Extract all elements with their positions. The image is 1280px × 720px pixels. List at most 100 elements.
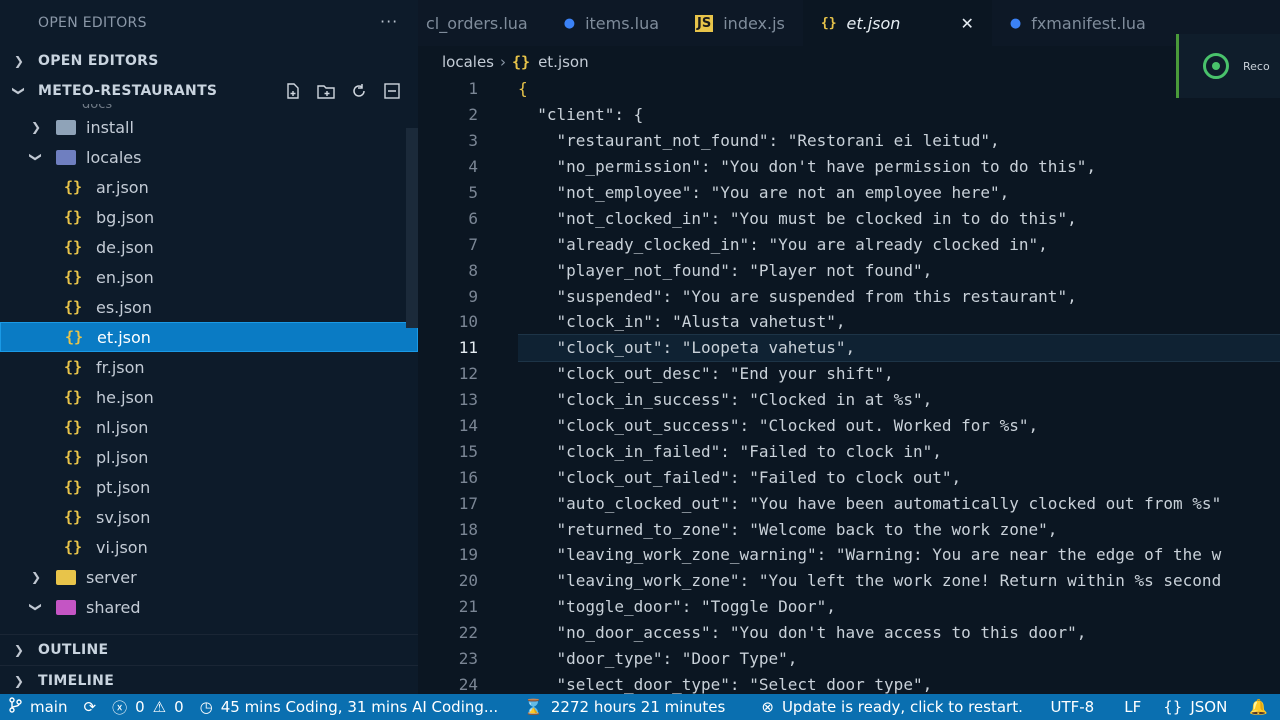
outline-label: OUTLINE <box>38 642 109 658</box>
tree-folder[interactable]: ❯ server <box>0 562 418 592</box>
language-item[interactable]: {} JSON <box>1155 698 1241 716</box>
tree-file[interactable]: {} bg.json <box>0 202 418 232</box>
sidebar-scrollbar[interactable] <box>406 128 418 328</box>
code-line[interactable]: 14 "clock_out_success": "Clocked out. Wo… <box>418 413 1280 439</box>
editor-tab[interactable]: ● fxmanifest.lua <box>992 0 1164 46</box>
code-line[interactable]: 7 "already_clocked_in": "You are already… <box>418 231 1280 257</box>
eol-item[interactable]: LF <box>1116 698 1155 716</box>
editor-tab[interactable]: JS index.js <box>677 0 803 46</box>
recording-widget[interactable]: Reco <box>1176 34 1280 98</box>
outline-section[interactable]: ❯ OUTLINE <box>0 634 418 665</box>
code-line[interactable]: 1{ <box>418 76 1280 102</box>
more-actions-icon[interactable]: ··· <box>380 12 398 31</box>
code-line[interactable]: 16 "clock_out_failed": "Failed to clock … <box>418 464 1280 490</box>
explorer-sidebar: OPEN EDITORS ··· ❯ OPEN EDITORS ❯ METEO-… <box>0 0 418 694</box>
json-language-icon: {} <box>1163 698 1183 716</box>
editor-tab-bar: cl_orders.lua ● items.lua JS index.js {} et.js… <box>418 0 1280 46</box>
close-icon[interactable]: ✕ <box>960 14 973 33</box>
code-text: "player_not_found": "Player not found", <box>518 260 933 280</box>
code-text: "restaurant_not_found": "Restorani ei le… <box>518 131 1000 151</box>
code-editor[interactable]: 1{2 "client": {3 "restaurant_not_found":… <box>418 76 1280 694</box>
editor-tab[interactable]: ● items.lua <box>546 0 677 46</box>
tree-file[interactable]: {} pt.json <box>0 472 418 502</box>
tree-file[interactable]: {} nl.json <box>0 412 418 442</box>
tree-item-label: server <box>86 567 137 587</box>
line-number: 13 <box>458 390 478 410</box>
branch-item[interactable]: main <box>0 697 75 717</box>
tree-folder-docs-partial[interactable]: docs <box>0 104 418 112</box>
new-folder-icon[interactable] <box>315 80 337 102</box>
tree-file[interactable]: {} he.json <box>0 382 418 412</box>
editor-tab[interactable]: {} et.json ✕ <box>802 0 992 46</box>
tree-item-label: vi.json <box>96 537 148 557</box>
encoding-item[interactable]: UTF-8 <box>1043 698 1117 716</box>
code-line[interactable]: 17 "auto_clocked_out": "You have been au… <box>418 490 1280 516</box>
code-line[interactable]: 18 "returned_to_zone": "Welcome back to … <box>418 516 1280 542</box>
tree-item-label: shared <box>86 597 141 617</box>
tab-label: index.js <box>723 13 785 33</box>
notifications-item[interactable]: 🔔 <box>1241 698 1280 716</box>
collapse-all-icon[interactable] <box>381 80 403 102</box>
code-line[interactable]: 9 "suspended": "You are suspended from t… <box>418 283 1280 309</box>
encoding-label: UTF-8 <box>1050 698 1095 716</box>
line-number: 1 <box>468 79 478 99</box>
code-line[interactable]: 11 "clock_out": "Loopeta vahetus", <box>418 333 1280 362</box>
tree-file[interactable]: {} et.json <box>0 322 418 352</box>
tab-label: et.json <box>846 13 901 33</box>
code-line[interactable]: 24 "select_door_type": "Select door type… <box>418 671 1280 694</box>
tree-file[interactable]: {} pl.json <box>0 442 418 472</box>
problems-item[interactable]: ⓧ 0 ⚠ 0 <box>104 697 192 718</box>
coding-time-label: 45 mins Coding, 31 mins AI Coding... <box>220 698 499 716</box>
code-line[interactable]: 2 "client": { <box>418 102 1280 128</box>
code-line[interactable]: 5 "not_employee": "You are not an employ… <box>418 180 1280 206</box>
code-line[interactable]: 21 "toggle_door": "Toggle Door", <box>418 594 1280 620</box>
tree-file[interactable]: {} ar.json <box>0 172 418 202</box>
tree-item-label: ar.json <box>96 177 149 197</box>
refresh-icon[interactable] <box>348 80 370 102</box>
tree-folder-label: docs <box>82 104 113 112</box>
line-number: 2 <box>468 105 478 125</box>
code-text: "clock_out": "Loopeta vahetus", <box>518 333 1280 362</box>
coding-time-item[interactable]: ◷ 45 mins Coding, 31 mins AI Coding... <box>192 698 507 716</box>
code-line[interactable]: 13 "clock_in_success": "Clocked in at %s… <box>418 387 1280 413</box>
tree-file[interactable]: {} vi.json <box>0 532 418 562</box>
code-line[interactable]: 12 "clock_out_desc": "End your shift", <box>418 361 1280 387</box>
warning-count: 0 <box>174 698 184 716</box>
line-number: 3 <box>468 131 478 151</box>
line-number: 7 <box>468 234 478 254</box>
code-line[interactable]: 6 "not_clocked_in": "You must be clocked… <box>418 205 1280 231</box>
code-line[interactable]: 22 "no_door_access": "You don't have acc… <box>418 620 1280 646</box>
code-text: "no_permission": "You don't have permiss… <box>518 157 1096 177</box>
total-hours-item[interactable]: ⌛ 2272 hours 21 minutes <box>516 698 733 716</box>
code-line[interactable]: 19 "leaving_work_zone_warning": "Warning… <box>418 542 1280 568</box>
editor-tab[interactable]: cl_orders.lua <box>418 0 546 46</box>
json-file-icon: {} <box>64 418 83 436</box>
timeline-section[interactable]: ❯ TIMELINE <box>0 665 418 696</box>
breadcrumb-folder[interactable]: locales <box>442 53 494 71</box>
breadcrumb-file[interactable]: et.json <box>538 53 589 71</box>
code-line[interactable]: 4 "no_permission": "You don't have permi… <box>418 154 1280 180</box>
code-line[interactable]: 15 "clock_in_failed": "Failed to clock i… <box>418 438 1280 464</box>
tree-folder[interactable]: ❯ install <box>0 112 418 142</box>
sync-item[interactable]: ⟳ <box>75 698 104 716</box>
tree-folder[interactable]: ❯ shared <box>0 592 418 622</box>
breadcrumb-separator-icon: › <box>500 53 506 71</box>
code-line[interactable]: 10 "clock_in": "Alusta vahetust", <box>418 309 1280 335</box>
tree-file[interactable]: {} fr.json <box>0 352 418 382</box>
new-file-icon[interactable] <box>282 80 304 102</box>
tree-file[interactable]: {} en.json <box>0 262 418 292</box>
code-line[interactable]: 20 "leaving_work_zone": "You left the wo… <box>418 568 1280 594</box>
open-editors-section[interactable]: ❯ OPEN EDITORS <box>0 46 418 76</box>
tree-file[interactable]: {} es.json <box>0 292 418 322</box>
tree-item-label: sv.json <box>96 507 151 527</box>
code-line[interactable]: 8 "player_not_found": "Player not found"… <box>418 257 1280 283</box>
tree-file[interactable]: {} de.json <box>0 232 418 262</box>
tree-file[interactable]: {} sv.json <box>0 502 418 532</box>
language-label: JSON <box>1190 698 1228 716</box>
code-line[interactable]: 3 "restaurant_not_found": "Restorani ei … <box>418 128 1280 154</box>
code-line[interactable]: 23 "door_type": "Door Type", <box>418 646 1280 672</box>
chevron-down-icon: ❯ <box>29 601 43 613</box>
tree-folder[interactable]: ❯ locales <box>0 142 418 172</box>
update-item[interactable]: ⊗ Update is ready, click to restart. <box>753 698 1031 716</box>
breadcrumb: locales › {} et.json <box>442 50 589 74</box>
